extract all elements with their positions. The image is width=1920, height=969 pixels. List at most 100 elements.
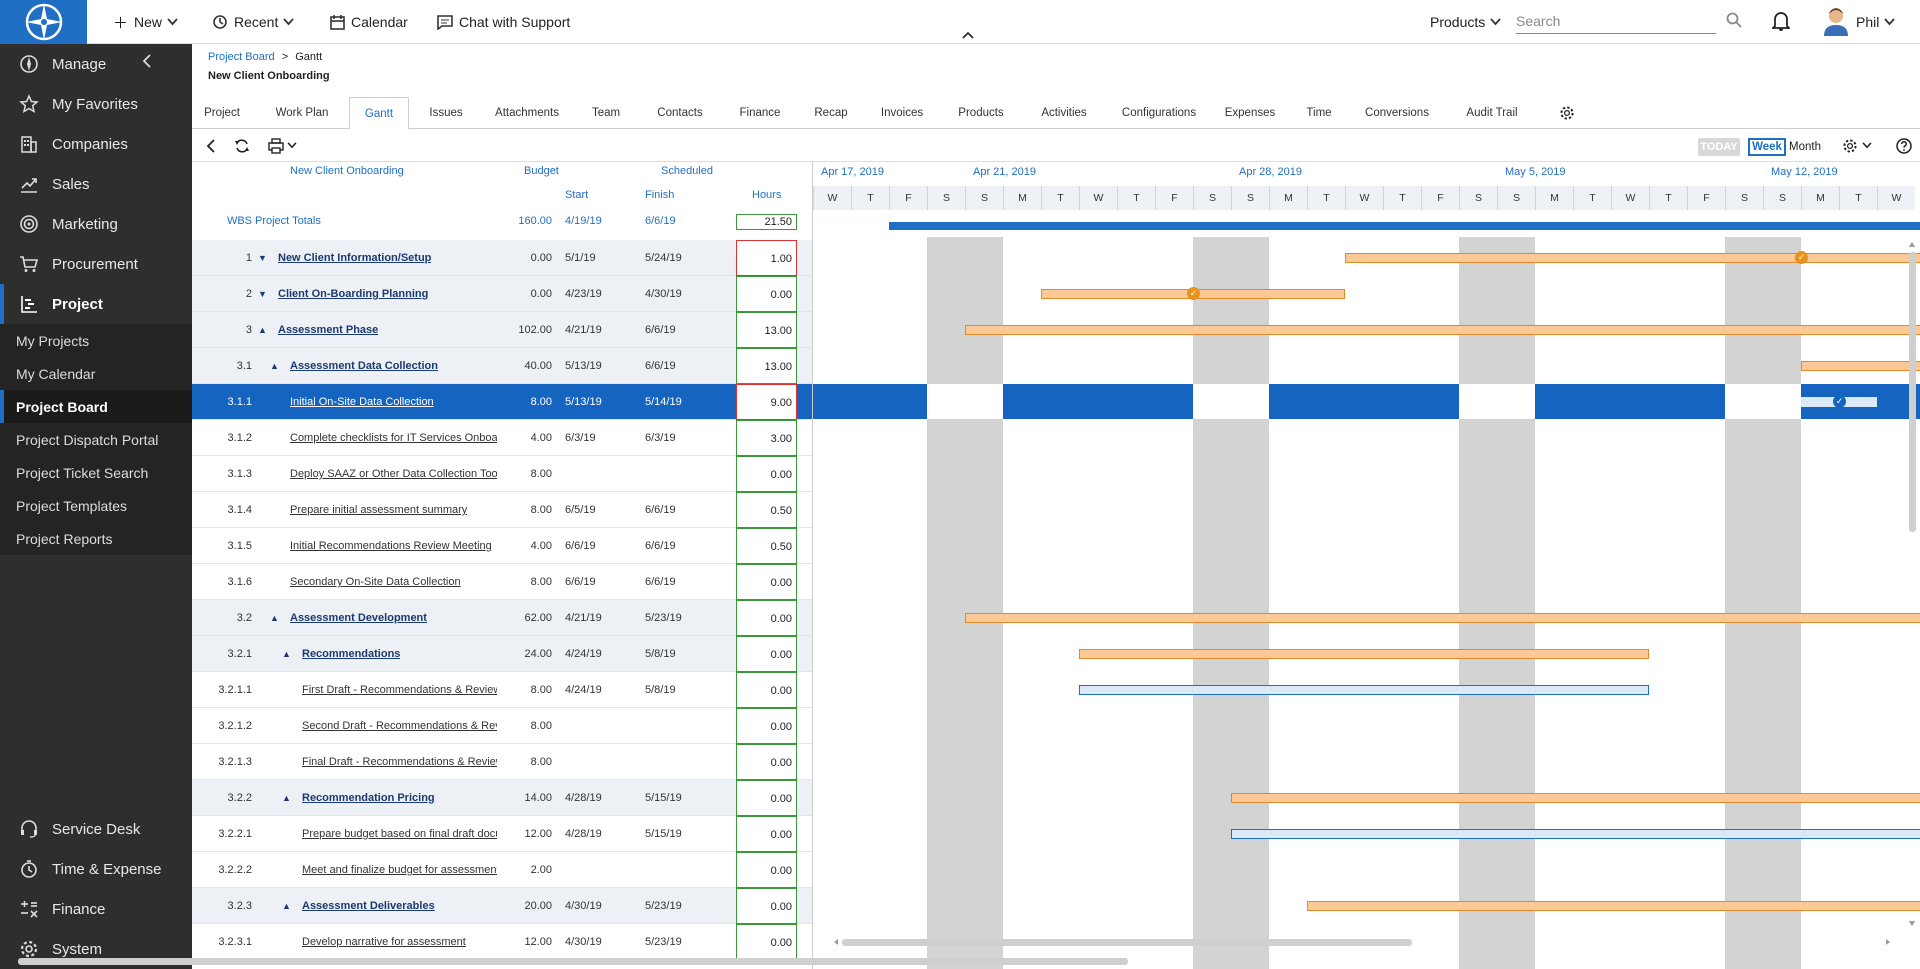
recent-menu[interactable]: Recent: [212, 0, 295, 44]
hours-cell[interactable]: 0.50: [736, 528, 797, 564]
submenu-dispatch-portal[interactable]: Project Dispatch Portal: [0, 423, 192, 456]
hours-cell[interactable]: 0.00: [736, 672, 797, 708]
tab-audit-trail[interactable]: Audit Trail: [1462, 97, 1522, 129]
hours-cell[interactable]: 1.00: [736, 240, 797, 276]
task-name-link[interactable]: Assessment Development: [290, 600, 427, 636]
avatar[interactable]: [1822, 6, 1850, 36]
tab-attachments[interactable]: Attachments: [492, 97, 562, 129]
collapse-toggle-icon[interactable]: ▼: [258, 276, 267, 312]
expand-toggle-icon[interactable]: ▲: [282, 780, 291, 816]
task-row[interactable]: 3.1.5 Initial Recommendations Review Meet…: [192, 528, 812, 564]
grid-header-finish[interactable]: Finish: [645, 189, 674, 201]
task-name-link[interactable]: Initial On-Site Data Collection: [290, 384, 434, 420]
task-bar[interactable]: [1231, 829, 1920, 839]
week-view-button[interactable]: Week: [1748, 138, 1786, 156]
task-name-link[interactable]: Develop narrative for assessment: [302, 924, 466, 960]
tab-issues[interactable]: Issues: [426, 97, 466, 129]
task-bar[interactable]: [965, 325, 1920, 335]
gantt-vertical-scrollbar[interactable]: [1906, 240, 1918, 930]
help-icon[interactable]: [1896, 138, 1912, 154]
tab-expenses[interactable]: Expenses: [1222, 97, 1278, 129]
tab-project[interactable]: Project: [200, 97, 244, 129]
tab-products[interactable]: Products: [955, 97, 1007, 129]
task-row[interactable]: 3.2.1 ▲ Recommendations 24.00 4/24/19 5/8/19 0…: [192, 636, 812, 672]
submenu-my-projects[interactable]: My Projects: [0, 324, 192, 357]
new-menu[interactable]: ＋ New: [113, 0, 178, 44]
chat-support-link[interactable]: Chat with Support: [437, 0, 570, 44]
tab-conversions[interactable]: Conversions: [1362, 97, 1432, 129]
task-bar[interactable]: [1801, 361, 1920, 371]
hours-cell[interactable]: 13.00: [736, 348, 797, 384]
task-row[interactable]: 3.1.4 Prepare initial assessment summary 8…: [192, 492, 812, 528]
sidebar-item-manage[interactable]: Manage: [0, 44, 192, 84]
tab-finance[interactable]: Finance: [737, 97, 783, 129]
hours-cell[interactable]: 0.00: [736, 888, 797, 924]
task-row[interactable]: 3.1.6 Secondary On-Site Data Collection 8.…: [192, 564, 812, 600]
hours-cell[interactable]: 0.00: [736, 600, 797, 636]
task-name-link[interactable]: Meet and finalize budget for assessment.: [302, 852, 497, 888]
tab-recap[interactable]: Recap: [812, 97, 850, 129]
task-row[interactable]: 3.1.2 Complete checklists for IT Services…: [192, 420, 812, 456]
expand-toggle-icon[interactable]: ▲: [282, 636, 291, 672]
milestone-check-icon[interactable]: ✓: [1795, 251, 1808, 264]
submenu-templates[interactable]: Project Templates: [0, 489, 192, 522]
today-button[interactable]: TODAY: [1698, 138, 1740, 156]
hours-cell[interactable]: 0.00: [736, 816, 797, 852]
hours-cell[interactable]: 0.00: [736, 924, 797, 960]
task-row[interactable]: 3 ▲ Assessment Phase 102.00 4/21/19 6/6/19 13.…: [192, 312, 812, 348]
collapse-toggle-icon[interactable]: ▼: [258, 240, 267, 276]
breadcrumb-parent-link[interactable]: Project Board: [208, 51, 275, 63]
task-row[interactable]: 3.1.3 Deploy SAAZ or Other Data Collectio…: [192, 456, 812, 492]
task-row[interactable]: 3.2.2 ▲ Recommendation Pricing 14.00 4/28/19…: [192, 780, 812, 816]
hours-cell[interactable]: 3.00: [736, 420, 797, 456]
hours-cell[interactable]: 13.00: [736, 312, 797, 348]
sidebar-item-project[interactable]: Project: [0, 284, 192, 324]
task-name-link[interactable]: Client On-Boarding Planning: [278, 276, 428, 312]
hours-cell[interactable]: 0.00: [736, 564, 797, 600]
task-name-link[interactable]: Assessment Deliverables: [302, 888, 435, 924]
sidebar-item-sales[interactable]: Sales: [0, 164, 192, 204]
refresh-icon[interactable]: [234, 138, 250, 154]
task-row[interactable]: 3.2.1.2 Second Draft - Recommendations & …: [192, 708, 812, 744]
task-name-link[interactable]: Prepare initial assessment summary: [290, 492, 467, 528]
task-bar[interactable]: [1079, 649, 1649, 659]
task-row[interactable]: 3.2.3.1 Develop narrative for assessment 1…: [192, 924, 812, 960]
task-name-link[interactable]: First Draft - Recommendations & Review: [302, 672, 497, 708]
tab-settings-gear-icon[interactable]: [1559, 105, 1575, 121]
hours-cell[interactable]: 0.00: [736, 276, 797, 312]
task-row[interactable]: 3.2.1.3 Final Draft - Recommendations & R…: [192, 744, 812, 780]
app-logo[interactable]: [0, 0, 87, 44]
milestone-check-icon[interactable]: ✓: [1833, 395, 1846, 408]
tab-team[interactable]: Team: [590, 97, 622, 129]
submenu-my-calendar[interactable]: My Calendar: [0, 357, 192, 390]
milestone-check-icon[interactable]: ✓: [1187, 287, 1200, 300]
back-icon[interactable]: [206, 138, 216, 154]
task-name-link[interactable]: Second Draft - Recommendations & Revie: [302, 708, 497, 744]
sidebar-item-marketing[interactable]: Marketing: [0, 204, 192, 244]
expand-toggle-icon[interactable]: ▲: [282, 888, 291, 924]
calendar-link[interactable]: Calendar: [330, 0, 408, 44]
user-menu[interactable]: Phil: [1856, 0, 1896, 44]
tab-gantt[interactable]: Gantt: [349, 97, 409, 130]
search-scope-dropdown[interactable]: Products: [1430, 0, 1501, 44]
task-row[interactable]: 3.1.1 Initial On-Site Data Collection 8.00…: [192, 384, 812, 420]
task-bar[interactable]: [1231, 793, 1920, 803]
task-name-link[interactable]: Deploy SAAZ or Other Data Collection Too…: [290, 456, 497, 492]
submenu-project-board[interactable]: Project Board: [0, 390, 192, 423]
tab-contacts[interactable]: Contacts: [655, 97, 705, 129]
tab-configurations[interactable]: Configurations: [1116, 97, 1202, 129]
expand-toggle-icon[interactable]: ▲: [258, 312, 267, 348]
task-name-link[interactable]: Assessment Phase: [278, 312, 378, 348]
sidebar-item-favorites[interactable]: My Favorites: [0, 84, 192, 124]
tab-work-plan[interactable]: Work Plan: [274, 97, 330, 129]
chevron-down-icon[interactable]: [1862, 142, 1872, 149]
bell-icon[interactable]: [1772, 11, 1790, 31]
sidebar-item-companies[interactable]: Companies: [0, 124, 192, 164]
task-row[interactable]: 2 ▼ Client On-Boarding Planning 0.00 4/23/19…: [192, 276, 812, 312]
sidebar-item-service-desk[interactable]: Service Desk: [0, 809, 192, 849]
grid-header-budget[interactable]: Budget: [524, 165, 559, 177]
hours-cell[interactable]: 0.00: [736, 636, 797, 672]
search-input[interactable]: [1516, 10, 1686, 32]
task-name-link[interactable]: Secondary On-Site Data Collection: [290, 564, 461, 600]
gantt-settings-gear-icon[interactable]: [1842, 138, 1858, 154]
